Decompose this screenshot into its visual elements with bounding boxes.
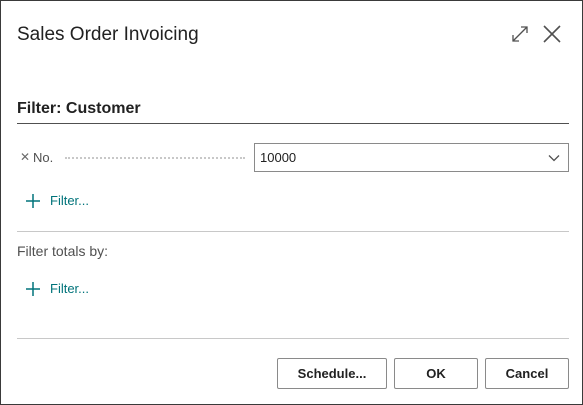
plus-icon <box>26 282 40 296</box>
plus-icon <box>26 194 40 208</box>
field-label-no: No. <box>33 150 54 165</box>
close-icon <box>543 25 561 43</box>
footer-divider <box>17 338 569 339</box>
add-totals-filter-link[interactable]: Filter... <box>25 279 89 299</box>
section-divider <box>17 231 569 232</box>
section-heading-rule <box>17 123 569 124</box>
schedule-button[interactable]: Schedule... <box>277 358 387 389</box>
customer-no-value: 10000 <box>260 150 297 165</box>
sales-order-invoicing-dialog: Sales Order Invoicing Filter: Customer ✕… <box>0 0 583 405</box>
label-leader-dots <box>65 157 245 159</box>
expand-diagonal-icon <box>512 26 528 42</box>
expand-icon[interactable] <box>507 21 533 47</box>
ok-button[interactable]: OK <box>394 358 478 389</box>
add-filter-label: Filter... <box>50 193 90 208</box>
add-customer-filter-link[interactable]: Filter... <box>25 191 89 211</box>
dialog-title: Sales Order Invoicing <box>17 24 199 45</box>
filter-customer-heading: Filter: Customer <box>17 100 141 117</box>
cancel-button[interactable]: Cancel <box>485 358 569 389</box>
add-filter-label: Filter... <box>50 281 90 296</box>
remove-filter-icon[interactable]: ✕ <box>20 150 32 164</box>
chevron-down-icon[interactable] <box>547 151 561 165</box>
customer-no-input[interactable]: 10000 <box>254 143 569 172</box>
filter-field-row: ✕ No. 10000 <box>17 143 569 173</box>
filter-totals-label: Filter totals by: <box>17 243 109 259</box>
close-button[interactable] <box>539 21 565 47</box>
